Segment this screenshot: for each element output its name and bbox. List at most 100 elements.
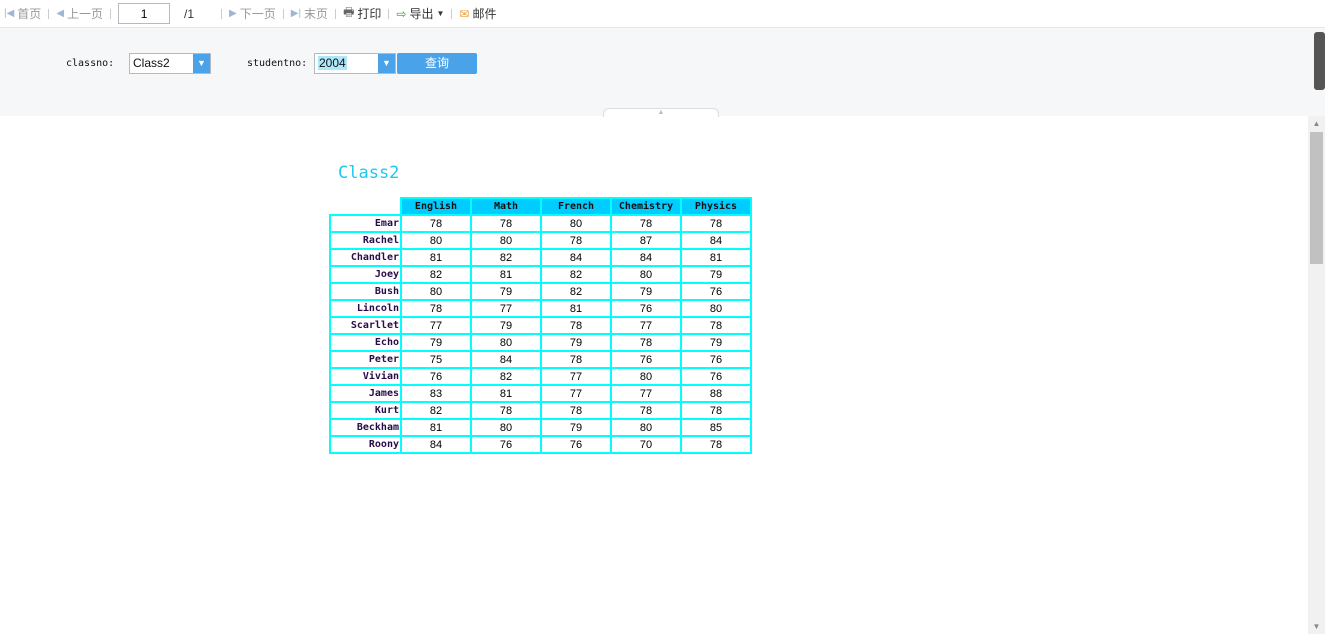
first-page-label: 首页 — [17, 7, 42, 21]
parameter-panel: classno: Class2 ▼ studentno: 2004 ▼ 查询 ▲ — [0, 28, 1325, 117]
score-cell: 78 — [470, 214, 542, 233]
corner-cell — [330, 198, 401, 216]
last-page-button[interactable]: ▶| 末页 — [287, 5, 332, 22]
collapse-panel-toggle[interactable]: ▲ — [603, 108, 719, 117]
page-number-input[interactable] — [118, 3, 171, 24]
table-row: Joey 82 81 82 80 79 — [329, 265, 752, 284]
report-title: Class2 — [338, 163, 400, 183]
mail-icon: ✉ — [459, 6, 470, 21]
score-cell: 80 — [400, 282, 472, 301]
scrollbar-thumb[interactable] — [1310, 132, 1323, 264]
prev-page-icon: ◀ — [56, 8, 65, 19]
score-cell: 79 — [680, 265, 752, 284]
student-name: Rachel — [329, 231, 402, 250]
chevron-down-icon[interactable]: ▼ — [193, 54, 210, 73]
score-cell: 80 — [400, 231, 472, 250]
classno-value: Class2 — [133, 56, 170, 70]
query-button[interactable]: 查询 — [397, 53, 477, 74]
next-page-button[interactable]: ▶ 下一页 — [225, 5, 280, 22]
divider — [221, 8, 223, 19]
score-cell: 81 — [680, 248, 752, 267]
scores-table: English Math French Chemistry Physics Emar 78 7… — [329, 197, 752, 454]
table-row: Peter 75 84 78 76 76 — [329, 350, 752, 369]
score-cell: 78 — [400, 299, 472, 318]
score-cell: 80 — [610, 265, 682, 284]
score-cell: 82 — [470, 248, 542, 267]
score-cell: 80 — [610, 418, 682, 437]
score-cell: 80 — [470, 231, 542, 250]
export-button[interactable]: ⇨ 导出 ▼ — [392, 5, 448, 22]
divider — [451, 8, 453, 19]
classno-select[interactable]: Class2 ▼ — [129, 53, 211, 74]
prev-page-button[interactable]: ◀ 上一页 — [52, 5, 107, 22]
studentno-select[interactable]: 2004 ▼ — [314, 53, 396, 74]
student-name: Chandler — [329, 248, 402, 267]
score-cell: 80 — [680, 299, 752, 318]
score-cell: 76 — [680, 367, 752, 386]
score-cell: 78 — [540, 316, 612, 335]
score-cell: 78 — [680, 214, 752, 233]
score-cell: 75 — [400, 350, 472, 369]
table-row: Echo 79 80 79 78 79 — [329, 333, 752, 352]
score-cell: 76 — [400, 367, 472, 386]
score-cell: 81 — [470, 384, 542, 403]
scroll-up-icon[interactable]: ▲ — [1308, 119, 1325, 128]
side-handle[interactable] — [1314, 32, 1325, 90]
score-cell: 78 — [680, 401, 752, 420]
student-name: Vivian — [329, 367, 402, 386]
score-cell: 78 — [400, 214, 472, 233]
score-cell: 82 — [400, 265, 472, 284]
student-name: Beckham — [329, 418, 402, 437]
table-row: Vivian 76 82 77 80 76 — [329, 367, 752, 386]
printer-icon: 🖶 — [343, 5, 355, 19]
score-cell: 79 — [610, 282, 682, 301]
score-cell: 84 — [470, 350, 542, 369]
column-header: Chemistry — [610, 197, 682, 216]
table-row: Chandler 81 82 84 84 81 — [329, 248, 752, 267]
score-cell: 88 — [680, 384, 752, 403]
first-page-icon: |◀ — [4, 8, 15, 19]
first-page-button[interactable]: |◀ 首页 — [0, 5, 45, 22]
chevron-down-icon[interactable]: ▼ — [378, 54, 395, 73]
student-name: Emar — [329, 214, 402, 233]
vertical-scrollbar[interactable]: ▲ ▼ — [1308, 116, 1325, 634]
table-row: Rachel 80 80 78 87 84 — [329, 231, 752, 250]
toolbar: |◀首页 ◀上一页 /1 ▶下一页 ▶|末页 🖶打印 ⇨导出▼ ✉邮件 — [0, 0, 1325, 28]
studentno-label: studentno: — [247, 58, 308, 69]
score-cell: 77 — [400, 316, 472, 335]
table-row: James 83 81 77 77 88 — [329, 384, 752, 403]
score-cell: 78 — [540, 231, 612, 250]
student-name: Roony — [329, 435, 402, 454]
score-cell: 76 — [470, 435, 542, 454]
score-cell: 82 — [470, 367, 542, 386]
mail-button[interactable]: ✉ 邮件 — [455, 5, 500, 22]
score-cell: 87 — [610, 231, 682, 250]
score-cell: 82 — [540, 265, 612, 284]
score-cell: 80 — [540, 214, 612, 233]
score-cell: 78 — [540, 350, 612, 369]
student-name: Scarllet — [329, 316, 402, 335]
print-button[interactable]: 🖶 打印 — [339, 3, 385, 24]
divider — [282, 8, 284, 19]
scroll-down-icon[interactable]: ▼ — [1308, 622, 1325, 631]
score-cell: 79 — [540, 418, 612, 437]
score-cell: 78 — [540, 401, 612, 420]
student-name: Peter — [329, 350, 402, 369]
score-cell: 78 — [610, 333, 682, 352]
page-total: /1 — [184, 6, 195, 21]
score-cell: 82 — [540, 282, 612, 301]
score-cell: 76 — [610, 350, 682, 369]
student-name: Joey — [329, 265, 402, 284]
score-cell: 77 — [540, 367, 612, 386]
score-cell: 80 — [470, 418, 542, 437]
student-name: Bush — [329, 282, 402, 301]
last-page-label: 末页 — [304, 7, 329, 21]
score-cell: 79 — [470, 282, 542, 301]
student-name: Echo — [329, 333, 402, 352]
next-page-icon: ▶ — [229, 8, 237, 19]
chevron-down-icon: ▼ — [436, 9, 445, 18]
studentno-value: 2004 — [315, 54, 378, 73]
score-cell: 81 — [400, 418, 472, 437]
score-cell: 77 — [470, 299, 542, 318]
score-cell: 78 — [470, 401, 542, 420]
